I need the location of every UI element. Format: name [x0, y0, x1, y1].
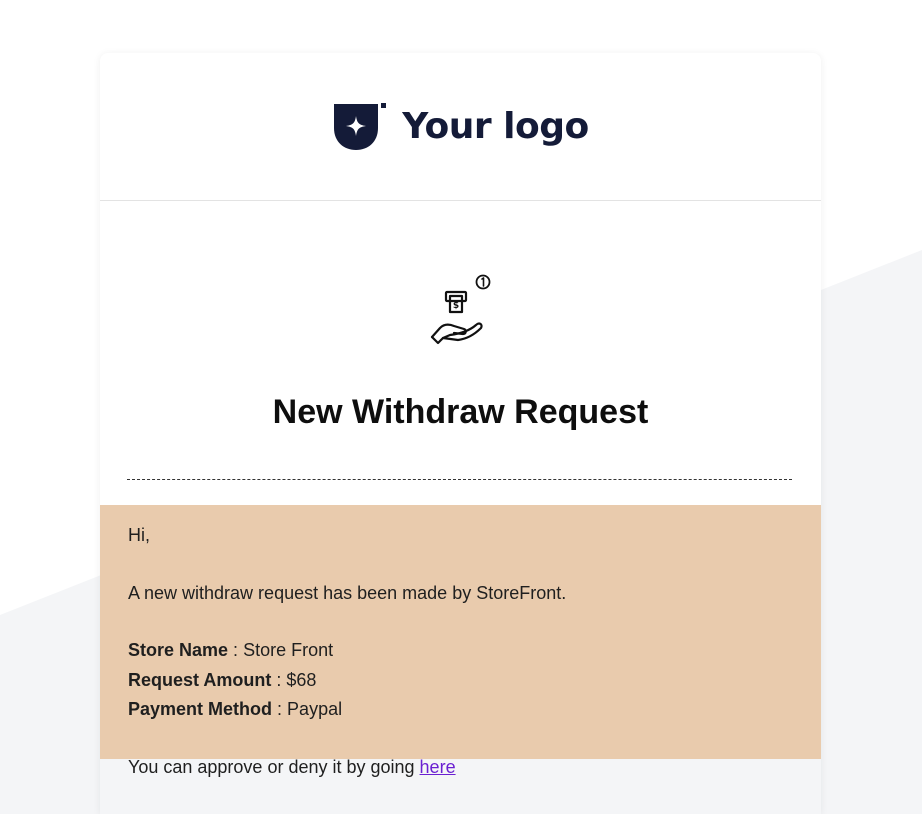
intro-text: A new withdraw request has been made by …	[128, 582, 567, 603]
field-separator: :	[228, 640, 244, 660]
field-value: $68	[286, 669, 317, 690]
field-row: Payment Method : Paypal	[128, 695, 793, 725]
cta-text: You can approve or deny it by going	[128, 756, 420, 777]
field-label: Payment Method	[128, 699, 273, 719]
field-label: Store Name	[128, 640, 229, 660]
email-header: Your logo	[100, 53, 821, 201]
field-row: Request Amount : $68	[128, 666, 793, 696]
field-row: Store Name : Store Front	[128, 636, 793, 666]
email-card: Your logo $ New Withdraw Request Hi, A n…	[100, 53, 821, 814]
field-value: Store Front	[243, 640, 334, 660]
svg-text:$: $	[453, 301, 459, 311]
dashed-divider	[127, 479, 792, 480]
field-label: Request Amount	[128, 669, 272, 690]
hand-money-icon: $	[430, 274, 491, 345]
field-separator: :	[271, 669, 287, 690]
email-hero: $ New Withdraw Request	[100, 201, 821, 505]
logo: Your logo	[332, 102, 589, 152]
field-value: Paypal	[287, 699, 343, 719]
greeting: Hi,	[128, 525, 150, 545]
logo-mark-icon	[334, 102, 387, 150]
logo-text: Your logo	[402, 106, 589, 147]
here-link[interactable]: here	[420, 757, 456, 777]
email-body: Hi, A new withdraw request has been made…	[100, 505, 821, 777]
field-separator: :	[272, 699, 288, 719]
email-title: New Withdraw Request	[272, 393, 649, 431]
